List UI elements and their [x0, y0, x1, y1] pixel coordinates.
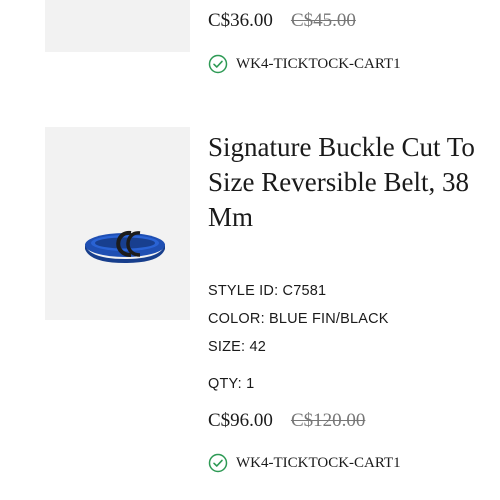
- check-circle-icon: [208, 453, 228, 473]
- original-price: C$120.00: [290, 410, 366, 431]
- qty-label: QTY:: [208, 376, 242, 392]
- size-label: SIZE:: [208, 339, 246, 355]
- product-image[interactable]: [45, 127, 190, 320]
- quantity: QTY: 1: [208, 376, 254, 392]
- product-image[interactable]: [45, 0, 190, 52]
- qty-value: 1: [246, 376, 255, 392]
- price-block: C$96.00 C$120.00: [208, 410, 365, 432]
- promo-code: WK4-TICKTOCK-CART1: [236, 55, 401, 72]
- product-title[interactable]: Signature Buckle Cut To Size Reversible …: [208, 130, 478, 235]
- original-price: C$45.00: [290, 10, 356, 31]
- sale-price: C$96.00: [208, 410, 273, 431]
- size: SIZE: 42: [208, 339, 266, 355]
- color-label: COLOR:: [208, 311, 265, 327]
- promo-code: WK4-TICKTOCK-CART1: [236, 454, 401, 471]
- check-circle-icon: [208, 54, 228, 74]
- price-block: C$36.00 C$45.00: [208, 10, 356, 32]
- promo-applied: WK4-TICKTOCK-CART1: [208, 54, 401, 74]
- promo-applied: WK4-TICKTOCK-CART1: [208, 453, 401, 473]
- style-value: C7581: [282, 283, 327, 299]
- belt-image: [85, 230, 165, 263]
- color: COLOR: BLUE FIN/BLACK: [208, 311, 389, 327]
- style-label: STYLE ID:: [208, 283, 279, 299]
- size-value: 42: [249, 339, 267, 355]
- sale-price: C$36.00: [208, 10, 273, 31]
- style-id: STYLE ID: C7581: [208, 283, 326, 299]
- color-value: BLUE FIN/BLACK: [269, 311, 389, 327]
